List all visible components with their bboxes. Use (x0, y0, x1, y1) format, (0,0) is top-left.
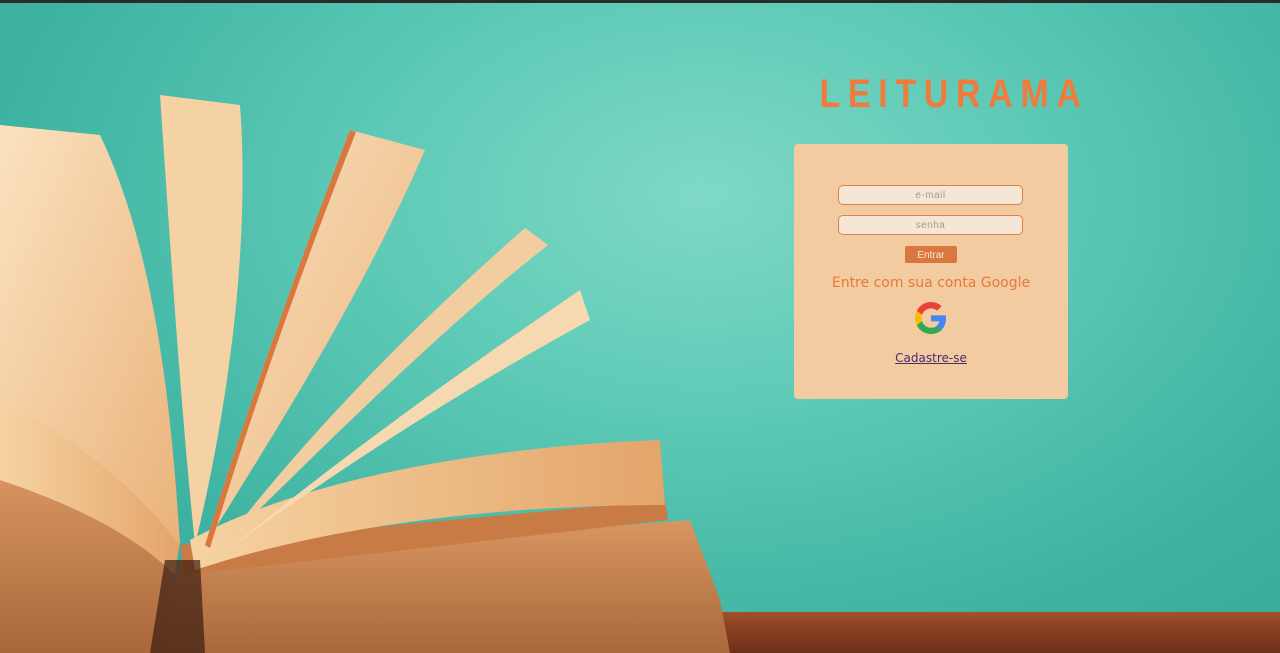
login-card: Entrar Entre com sua conta Google Cadast… (794, 144, 1068, 399)
signup-link[interactable]: Cadastre-se (794, 351, 1068, 365)
google-g-icon[interactable] (915, 302, 947, 334)
open-book-image (0, 95, 730, 653)
enter-button[interactable]: Entrar (905, 246, 957, 263)
brand-title: LEITURAMA (819, 72, 1089, 116)
google-login-prompt: Entre com sua conta Google (831, 275, 1031, 291)
password-field[interactable] (838, 215, 1023, 235)
email-field[interactable] (838, 185, 1023, 205)
